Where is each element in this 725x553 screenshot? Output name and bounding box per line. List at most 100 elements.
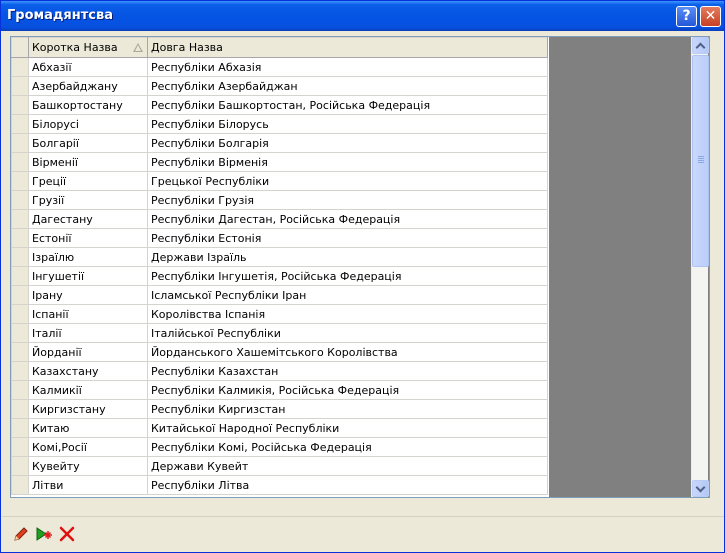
table-row[interactable]: Білорусі Республіки Білорусь [11,114,548,134]
row-indicator[interactable] [11,76,29,96]
column-header-long-name[interactable]: Довга Назва [147,37,548,58]
table-row[interactable]: Інгушетії Республіки Інгушетія, Російська… [11,266,548,286]
table-row[interactable]: Киргизстану Республіки Киргизстан [11,399,548,419]
table-row[interactable]: Ірану Ісламської Республіки Іран [11,285,548,305]
cell-long-name[interactable]: Республіки Казахстан [147,361,548,381]
table-row[interactable]: Болгарії Республіки Болгарія [11,133,548,153]
cell-long-name[interactable]: Республіки Башкортостан, Російська Федер… [147,95,548,115]
cell-short-name[interactable]: Грузії [28,190,148,210]
cell-long-name[interactable]: Ісламської Республіки Іран [147,285,548,305]
cell-long-name[interactable]: Республіки Грузія [147,190,548,210]
table-row[interactable]: Казахстану Республіки Казахстан [11,361,548,381]
cell-long-name[interactable]: Республіки Калмикія, Російська Федерація [147,380,548,400]
edit-button[interactable] [12,525,30,543]
cell-short-name[interactable]: Ірану [28,285,148,305]
cell-long-name[interactable]: Республіки Комі, Російська Федерація [147,437,548,457]
column-header-short-name[interactable]: Коротка Назва [28,37,148,58]
row-indicator[interactable] [11,361,29,381]
cell-short-name[interactable]: Вірменії [28,152,148,172]
cell-long-name[interactable]: Республіки Азербайджан [147,76,548,96]
help-button[interactable]: ? [676,6,697,27]
cell-long-name[interactable]: Китайської Народної Республіки [147,418,548,438]
table-row[interactable]: Калмикії Республіки Калмикія, Російська Ф… [11,380,548,400]
cell-long-name[interactable]: Королівства Іспанія [147,304,548,324]
cell-short-name[interactable]: Ізраїлю [28,247,148,267]
table-row[interactable]: Абхазії Республіки Абхазія [11,57,548,77]
cell-long-name[interactable]: Республіки Літва [147,475,548,495]
cell-long-name[interactable]: Республіки Вірменія [147,152,548,172]
row-indicator[interactable] [11,247,29,267]
table-row[interactable]: Китаю Китайської Народної Республіки [11,418,548,438]
cell-short-name[interactable]: Абхазії [28,57,148,77]
table-row[interactable]: Італії Італійської Республіки [11,323,548,343]
row-indicator[interactable] [11,114,29,134]
row-indicator[interactable] [11,418,29,438]
cell-short-name[interactable]: Болгарії [28,133,148,153]
table-row[interactable]: Греції Грецької Республіки [11,171,548,191]
add-button[interactable] [35,525,53,543]
cell-long-name[interactable]: Республіки Дагестан, Російська Федерація [147,209,548,229]
row-indicator[interactable] [11,57,29,77]
row-indicator[interactable] [11,228,29,248]
row-indicator[interactable] [11,456,29,476]
cell-short-name[interactable]: Італії [28,323,148,343]
cell-long-name[interactable]: Республіки Киргизстан [147,399,548,419]
row-indicator[interactable] [11,133,29,153]
row-indicator[interactable] [11,304,29,324]
delete-button[interactable] [58,525,76,543]
row-indicator[interactable] [11,380,29,400]
row-indicator[interactable] [11,437,29,457]
table-row[interactable]: Дагестану Республіки Дагестан, Російська … [11,209,548,229]
cell-long-name[interactable]: Йорданського Хашемітського Королівства [147,342,548,362]
cell-short-name[interactable]: Естонії [28,228,148,248]
cell-long-name[interactable]: Республіки Інгушетія, Російська Федераці… [147,266,548,286]
cell-long-name[interactable]: Грецької Республіки [147,171,548,191]
row-indicator[interactable] [11,209,29,229]
cell-short-name[interactable]: Кувейту [28,456,148,476]
cell-short-name[interactable]: Башкортостану [28,95,148,115]
cell-short-name[interactable]: Киргизстану [28,399,148,419]
close-button[interactable]: ✕ [700,6,721,27]
vertical-scrollbar[interactable] [691,37,709,497]
table-row[interactable]: Ізраїлю Держави Ізраїль [11,247,548,267]
row-indicator[interactable] [11,152,29,172]
cell-short-name[interactable]: Йорданії [28,342,148,362]
row-indicator[interactable] [11,342,29,362]
table-row[interactable]: Азербайджану Республіки Азербайджан [11,76,548,96]
cell-short-name[interactable]: Дагестану [28,209,148,229]
cell-short-name[interactable]: Греції [28,171,148,191]
cell-short-name[interactable]: Комі,Росії [28,437,148,457]
row-indicator[interactable] [11,266,29,286]
cell-long-name[interactable]: Республіки Білорусь [147,114,548,134]
cell-short-name[interactable]: Інгушетії [28,266,148,286]
table-row[interactable]: Естонії Республіки Естонія [11,228,548,248]
table-row[interactable]: Іспанії Королівства Іспанія [11,304,548,324]
title-bar[interactable]: Громадянтсва ? ✕ [1,1,724,31]
cell-long-name[interactable]: Італійської Республіки [147,323,548,343]
cell-long-name[interactable]: Держави Кувейт [147,456,548,476]
table-row[interactable]: Грузії Республіки Грузія [11,190,548,210]
cell-long-name[interactable]: Республіки Естонія [147,228,548,248]
scroll-up-button[interactable] [692,37,709,54]
cell-long-name[interactable]: Республіки Болгарія [147,133,548,153]
table-row[interactable]: Кувейту Держави Кувейт [11,456,548,476]
cell-long-name[interactable]: Держави Ізраїль [147,247,548,267]
row-indicator[interactable] [11,190,29,210]
table-row[interactable]: Вірменії Республіки Вірменія [11,152,548,172]
scroll-down-button[interactable] [692,480,709,497]
data-grid[interactable]: Коротка Назва Довга Назва Абхазії Республ… [10,36,710,498]
row-indicator[interactable] [11,475,29,495]
row-indicator[interactable] [11,171,29,191]
table-row[interactable]: Башкортостану Республіки Башкортостан, Ро… [11,95,548,115]
cell-short-name[interactable]: Білорусі [28,114,148,134]
row-indicator[interactable] [11,95,29,115]
cell-short-name[interactable]: Китаю [28,418,148,438]
row-indicator[interactable] [11,323,29,343]
row-indicator[interactable] [11,399,29,419]
cell-short-name[interactable]: Азербайджану [28,76,148,96]
table-row[interactable]: Йорданії Йорданського Хашемітського Корол… [11,342,548,362]
cell-short-name[interactable]: Іспанії [28,304,148,324]
scroll-thumb[interactable] [692,55,709,267]
cell-short-name[interactable]: Калмикії [28,380,148,400]
cell-short-name[interactable]: Казахстану [28,361,148,381]
